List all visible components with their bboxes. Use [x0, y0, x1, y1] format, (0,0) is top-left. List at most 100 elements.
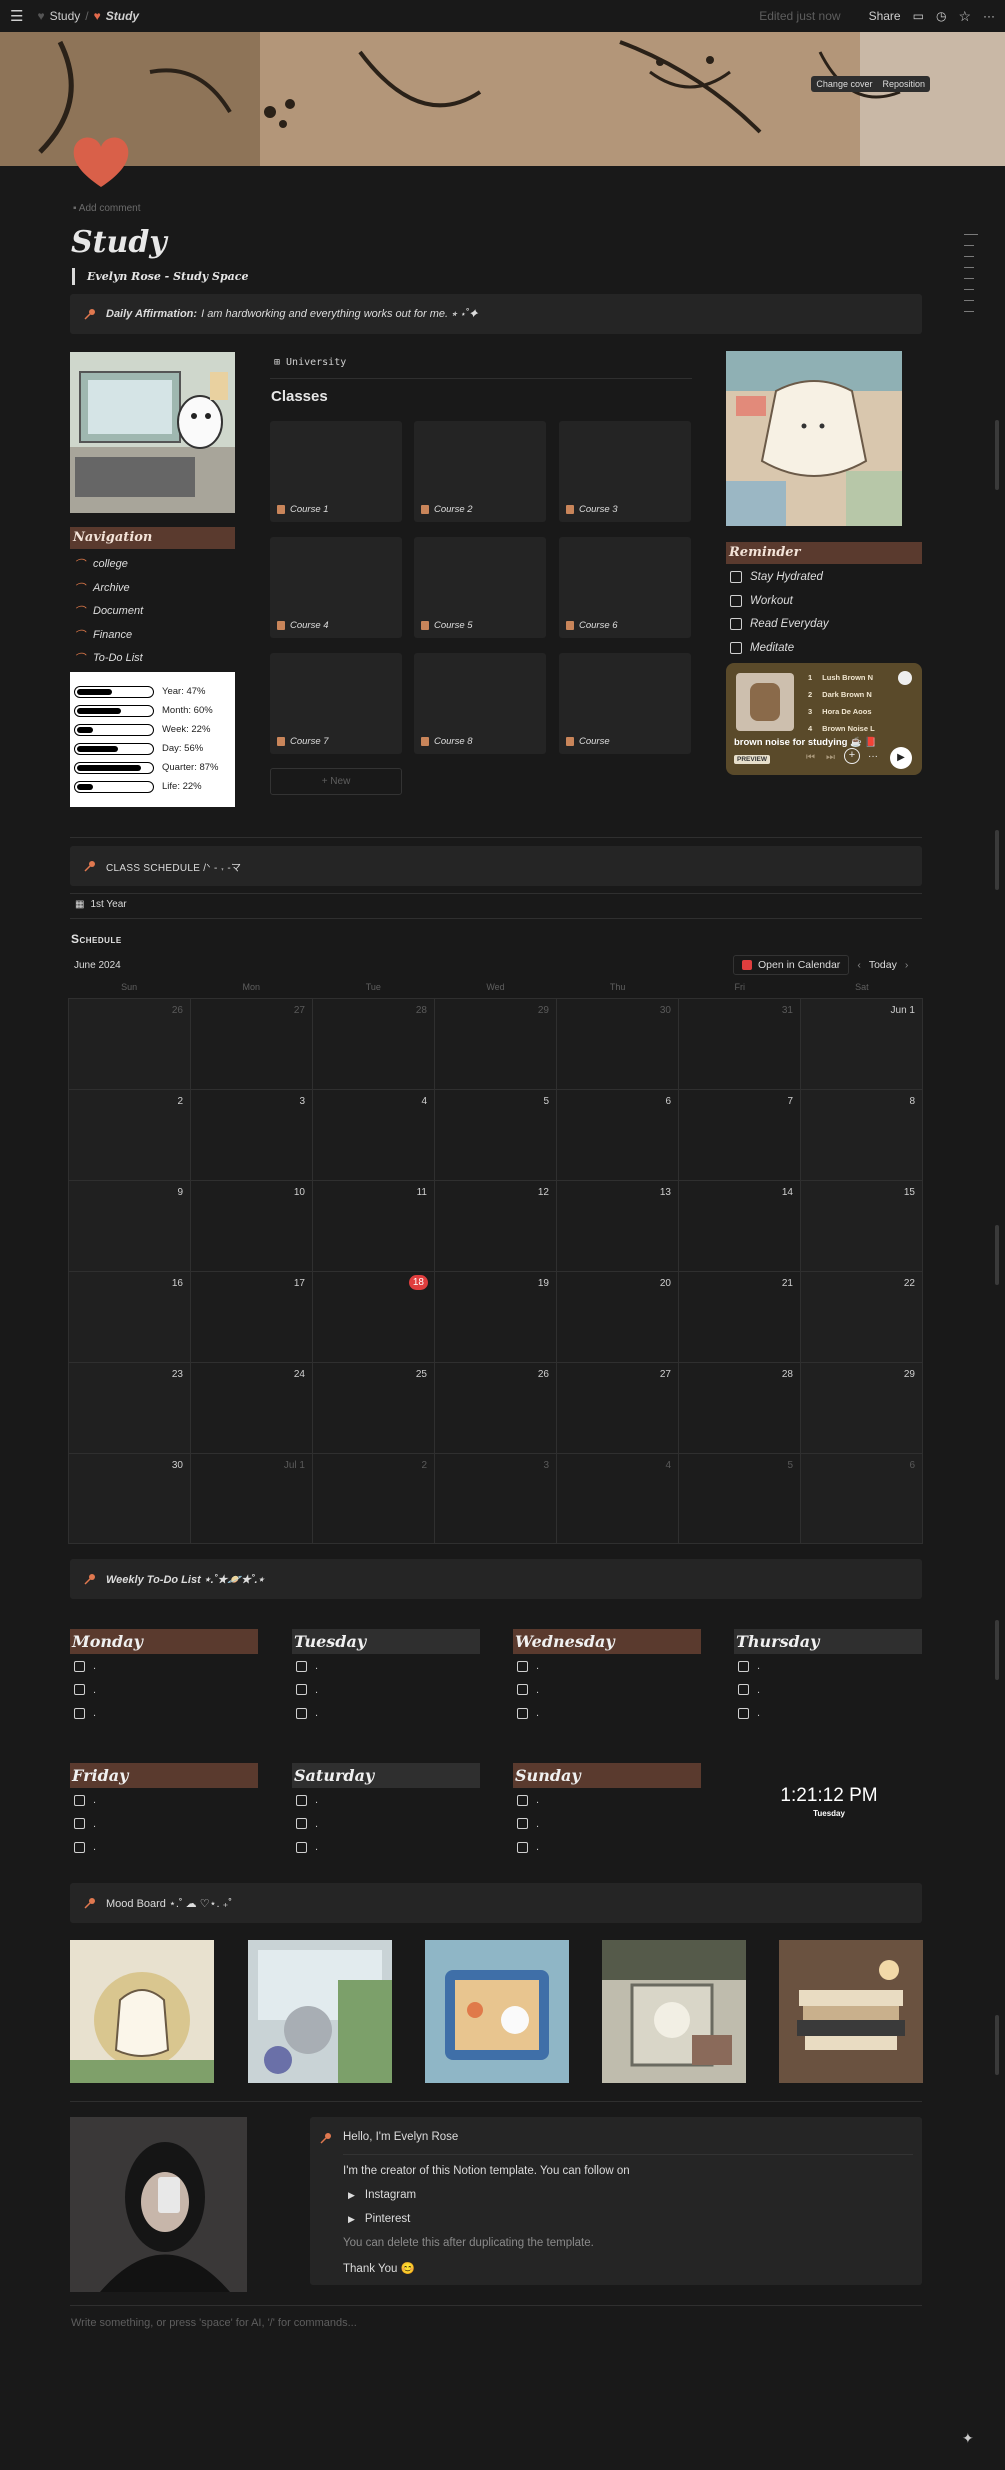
checkbox[interactable] — [296, 1707, 307, 1719]
heart-page-icon[interactable] — [70, 131, 132, 191]
pinterest-toggle[interactable]: ▶ Pinterest — [348, 2213, 410, 2225]
calendar-day[interactable]: 5 — [678, 1454, 800, 1543]
calendar-day[interactable]: 29 — [434, 999, 556, 1089]
checkbox[interactable] — [74, 1818, 85, 1829]
calendar-day[interactable]: 10 — [190, 1181, 312, 1271]
todo-item[interactable]: . — [517, 1684, 539, 1696]
calendar-day[interactable]: 31 — [678, 999, 800, 1089]
checkbox[interactable] — [738, 1707, 749, 1719]
calendar-day[interactable]: 27 — [556, 1363, 678, 1453]
previous-month-icon[interactable]: ‹ — [857, 959, 861, 971]
ai-sparkle-icon[interactable]: ✦ — [962, 2430, 980, 2448]
calendar-day[interactable]: 5 — [434, 1090, 556, 1180]
checkbox[interactable] — [517, 1841, 528, 1853]
university-view-tab[interactable]: ⊞ University — [274, 357, 346, 368]
calendar-day[interactable]: 15 — [800, 1181, 923, 1271]
add-comment[interactable]: ▪ Add comment — [73, 203, 140, 214]
todo-item[interactable]: . — [517, 1818, 539, 1830]
checkbox[interactable] — [730, 618, 742, 630]
calendar-day[interactable]: 18 — [312, 1272, 434, 1362]
open-in-calendar-button[interactable]: Open in Calendar — [733, 955, 850, 975]
calendar-day[interactable]: 6 — [556, 1090, 678, 1180]
checkbox[interactable] — [74, 1684, 85, 1695]
calendar-day[interactable]: 3 — [190, 1090, 312, 1180]
new-block-placeholder[interactable]: Write something, or press 'space' for AI… — [71, 2317, 357, 2329]
scrollbar-thumb[interactable] — [995, 420, 999, 490]
calendar-day[interactable]: 22 — [800, 1272, 923, 1362]
calendar-day[interactable]: Jun 1 — [800, 999, 923, 1089]
nav-item[interactable]: ⌒ Finance — [74, 627, 132, 643]
nav-item[interactable]: ⌒ To-Do List — [74, 650, 143, 666]
course-card[interactable]: Course 2 — [414, 421, 546, 522]
calendar-day[interactable]: 27 — [190, 999, 312, 1089]
calendar-day[interactable]: 12 — [434, 1181, 556, 1271]
todo-item[interactable]: . — [517, 1794, 539, 1806]
course-card[interactable]: Course — [559, 653, 691, 754]
todo-item[interactable]: . — [74, 1818, 96, 1830]
reminder-item[interactable]: Stay Hydrated — [730, 571, 823, 583]
breadcrumb-current[interactable]: Study — [106, 9, 139, 23]
track-row[interactable]: 3 Hora De Aoos — [808, 707, 888, 724]
course-card[interactable]: Course 8 — [414, 653, 546, 754]
checkbox[interactable] — [74, 1660, 85, 1672]
todo-item[interactable]: . — [517, 1707, 539, 1719]
calendar-day[interactable]: 25 — [312, 1363, 434, 1453]
todo-item[interactable]: . — [296, 1660, 318, 1672]
course-card[interactable]: Course 6 — [559, 537, 691, 638]
calendar-day[interactable]: 2 — [68, 1090, 190, 1180]
todo-item[interactable]: . — [74, 1660, 96, 1672]
course-card[interactable]: Course 5 — [414, 537, 546, 638]
calendar-day[interactable]: 8 — [800, 1090, 923, 1180]
calendar-day[interactable]: 29 — [800, 1363, 923, 1453]
menu-icon[interactable]: ☰ — [10, 7, 23, 25]
scrollbar-thumb[interactable] — [995, 1225, 999, 1285]
next-month-icon[interactable]: › — [905, 959, 909, 971]
checkbox[interactable] — [517, 1684, 528, 1695]
calendar-day[interactable]: 2 — [312, 1454, 434, 1543]
checkbox[interactable] — [296, 1841, 307, 1853]
next-track-icon[interactable]: ⏭ — [826, 752, 835, 763]
reposition-button[interactable]: Reposition — [877, 76, 930, 92]
calendar-day[interactable]: 23 — [68, 1363, 190, 1453]
checkbox[interactable] — [296, 1660, 307, 1672]
calendar-day[interactable]: 26 — [68, 999, 190, 1089]
checkbox[interactable] — [517, 1660, 528, 1672]
nav-item[interactable]: ⌒ college — [74, 556, 128, 572]
favorite-star-icon[interactable]: ☆ — [958, 8, 971, 25]
track-row[interactable]: 2 Dark Brown N — [808, 690, 888, 707]
change-cover-button[interactable]: Change cover — [811, 76, 877, 92]
todo-item[interactable]: . — [517, 1660, 539, 1672]
checkbox[interactable] — [730, 641, 742, 654]
today-button[interactable]: Today — [869, 959, 897, 971]
calendar-day[interactable]: 9 — [68, 1181, 190, 1271]
calendar-day[interactable]: 28 — [678, 1363, 800, 1453]
calendar-day[interactable]: 28 — [312, 999, 434, 1089]
calendar-day[interactable]: 3 — [434, 1454, 556, 1543]
share-button[interactable]: Share — [869, 9, 901, 23]
scrollbar-thumb[interactable] — [995, 1620, 999, 1680]
todo-item[interactable]: . — [738, 1707, 760, 1719]
todo-item[interactable]: . — [296, 1684, 318, 1696]
calendar-day[interactable]: 26 — [434, 1363, 556, 1453]
scrollbar-thumb[interactable] — [995, 2015, 999, 2075]
todo-item[interactable]: . — [517, 1841, 539, 1853]
course-card[interactable]: Course 4 — [270, 537, 402, 638]
breadcrumb-study[interactable]: Study — [50, 9, 81, 23]
calendar-day[interactable]: 21 — [678, 1272, 800, 1362]
checkbox[interactable] — [517, 1707, 528, 1719]
checkbox[interactable] — [738, 1684, 749, 1695]
calendar-day[interactable]: 4 — [556, 1454, 678, 1543]
todo-item[interactable]: . — [74, 1794, 96, 1806]
checkbox[interactable] — [74, 1841, 85, 1853]
more-options-icon[interactable]: ··· — [983, 9, 995, 23]
calendar-day[interactable]: 13 — [556, 1181, 678, 1271]
play-button[interactable]: ▶ — [890, 747, 912, 769]
calendar-day[interactable]: 6 — [800, 1454, 923, 1543]
checkbox[interactable] — [296, 1818, 307, 1829]
calendar-day[interactable]: 30 — [68, 1454, 190, 1543]
nav-item[interactable]: ⌒ Archive — [74, 580, 130, 596]
year-view-tab[interactable]: ▦ 1st Year — [75, 899, 127, 910]
course-card[interactable]: Course 1 — [270, 421, 402, 522]
todo-item[interactable]: . — [738, 1660, 760, 1672]
calendar-day[interactable]: 11 — [312, 1181, 434, 1271]
